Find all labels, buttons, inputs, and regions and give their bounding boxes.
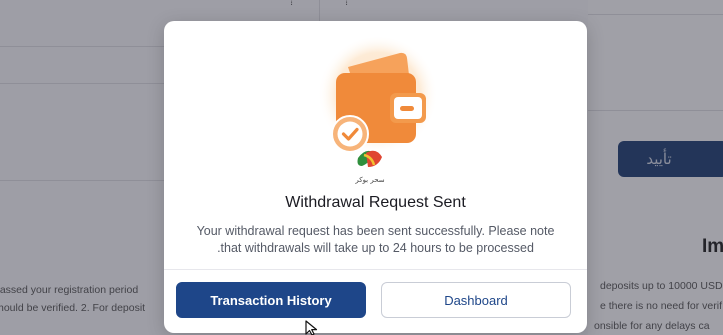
- transaction-history-label: Transaction History: [210, 292, 332, 308]
- dialog-message: Your withdrawal request has been sent su…: [174, 223, 577, 257]
- dialog-message-line: .that withdrawals will take up to 24 hou…: [217, 241, 534, 255]
- dialog-message-line: Your withdrawal request has been sent su…: [196, 224, 555, 238]
- wallet-success-icon: سحر بوكر: [318, 37, 438, 184]
- mouse-pointer-icon: [305, 320, 318, 335]
- dashboard-label: Dashboard: [444, 292, 508, 308]
- transaction-history-button[interactable]: Transaction History: [176, 282, 366, 318]
- withdrawal-success-dialog: سحر بوكر Withdrawal Request Sent Your wi…: [164, 21, 587, 333]
- dialog-title: Withdrawal Request Sent: [285, 194, 466, 211]
- dashboard-button[interactable]: Dashboard: [381, 282, 571, 318]
- dialog-divider: [164, 269, 587, 270]
- watermark-text: سحر بوكر: [354, 176, 384, 184]
